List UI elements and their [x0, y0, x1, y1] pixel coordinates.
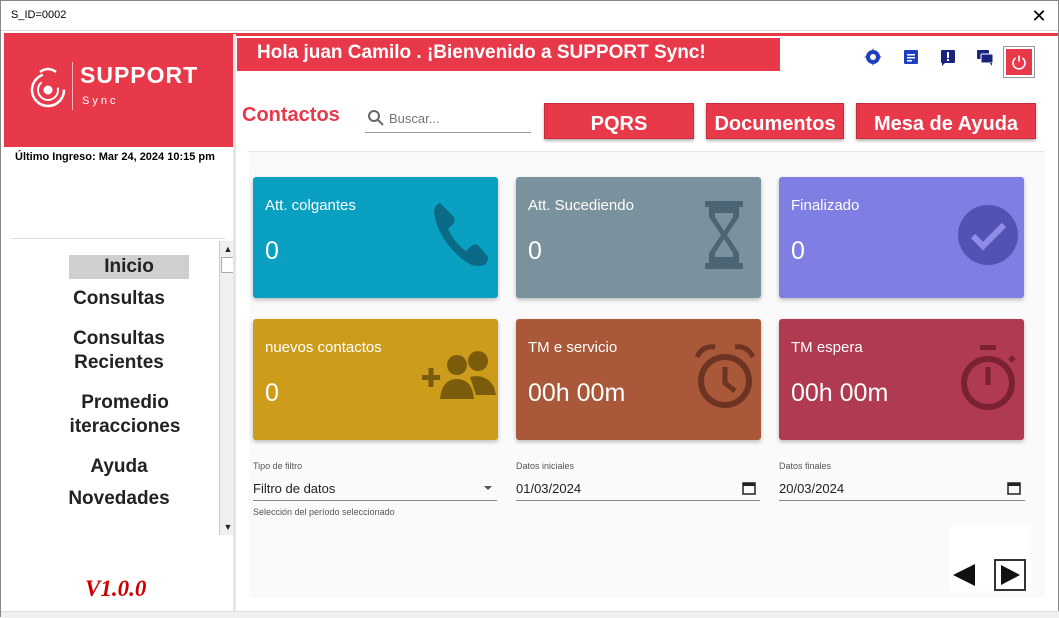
stopwatch-icon	[961, 345, 1016, 410]
version-label: V1.0.0	[85, 576, 147, 601]
hourglass-icon	[705, 201, 743, 269]
phone-icon	[434, 203, 488, 267]
alert-icon[interactable]	[938, 47, 958, 67]
card-title: nuevos contactos	[265, 339, 382, 356]
card-tm-espera[interactable]: TM espera 00h 00m	[779, 319, 1024, 440]
start-date-field[interactable]: 01/03/2024	[516, 475, 760, 501]
filter-type-select[interactable]: Filtro de datos	[253, 475, 497, 501]
close-button[interactable]: ✕	[1028, 5, 1050, 27]
filter-type-value: Filtro de datos	[253, 481, 336, 496]
add-group-icon	[422, 351, 496, 399]
card-value: 00h 00m	[791, 379, 889, 407]
card-title: Att. colgantes	[265, 197, 356, 214]
search-input[interactable]	[389, 107, 529, 129]
end-date-field[interactable]: 20/03/2024	[779, 475, 1025, 501]
end-date-label: Datos finales	[779, 461, 832, 471]
card-att-colgantes[interactable]: Att. colgantes 0	[253, 177, 498, 298]
calendar-icon[interactable]	[1007, 481, 1021, 495]
sidebar-item-inicio[interactable]: Inicio	[69, 255, 189, 279]
brand-sub: Sync	[82, 95, 119, 107]
card-value: 0	[265, 379, 279, 407]
search-box[interactable]	[365, 105, 531, 133]
logo-swirl-icon	[30, 67, 66, 108]
filter-type-help: Selección del período seleccionado	[253, 507, 395, 517]
settings-icon[interactable]	[863, 47, 883, 67]
next-button[interactable]	[994, 559, 1026, 591]
welcome-text: Hola juan Camilo . ¡Bienvenido a SUPPORT…	[257, 42, 706, 63]
sidebar-item-consultas-recientes-line2[interactable]: Recientes	[15, 351, 223, 375]
card-title: Att. Sucediendo	[528, 197, 634, 214]
check-circle-icon	[958, 205, 1018, 265]
sidebar-menu: Inicio Consultas Consultas Recientes Pro…	[11, 239, 235, 539]
sidebar-item-promedio-line1[interactable]: Promedio	[21, 391, 229, 415]
card-value: 0	[265, 237, 279, 265]
card-title: Finalizado	[791, 197, 860, 214]
alarm-clock-icon	[694, 344, 755, 408]
filter-type-label: Tipo de filtro	[253, 461, 303, 471]
end-date-value: 20/03/2024	[779, 481, 845, 496]
chat-icon[interactable]	[975, 47, 995, 67]
sidebar-item-consultas[interactable]: Consultas	[15, 287, 223, 311]
logo-divider	[72, 62, 73, 110]
documentos-button[interactable]: Documentos	[706, 103, 844, 139]
calendar-icon[interactable]	[742, 481, 756, 495]
mesa-de-ayuda-button[interactable]: Mesa de Ayuda	[856, 103, 1036, 139]
notes-icon[interactable]	[901, 47, 921, 67]
chevron-down-icon	[484, 486, 492, 490]
app-window: S_ID=0002 ✕ SUPPORT Sync Último Ingreso:…	[0, 0, 1059, 618]
power-icon	[1012, 55, 1026, 70]
sidebar-item-promedio-line2[interactable]: iteracciones	[21, 415, 229, 439]
card-title: TM e servicio	[528, 339, 618, 356]
sidebar-item-consultas-recientes-line1[interactable]: Consultas	[15, 327, 223, 351]
card-title: TM espera	[791, 339, 863, 356]
sidebar-logo-area: SUPPORT Sync	[4, 34, 235, 147]
card-value: 0	[791, 237, 805, 265]
last-login-text: Último Ingreso: Mar 24, 2024 10:15 pm	[15, 151, 215, 163]
brand-name: SUPPORT	[80, 62, 199, 88]
power-button[interactable]	[1004, 47, 1034, 77]
card-value: 0	[528, 237, 542, 265]
window-title: S_ID=0002	[11, 9, 67, 21]
section-title: Contactos	[242, 104, 340, 126]
sidebar-item-novedades[interactable]: Novedades	[15, 487, 223, 511]
sidebar-item-ayuda[interactable]: Ayuda	[15, 455, 223, 479]
card-value: 00h 00m	[528, 379, 626, 407]
card-tm-servicio[interactable]: TM e servicio 00h 00m	[516, 319, 761, 440]
start-date-value: 01/03/2024	[516, 481, 582, 496]
prev-arrow-icon[interactable]	[949, 560, 979, 590]
welcome-banner: Hola juan Camilo . ¡Bienvenido a SUPPORT…	[237, 38, 780, 71]
card-finalizado[interactable]: Finalizado 0	[779, 177, 1024, 298]
next-arrow-icon	[1001, 565, 1020, 585]
title-bar: S_ID=0002 ✕	[1, 1, 1058, 31]
card-nuevos-contactos[interactable]: nuevos contactos 0	[253, 319, 498, 440]
card-att-sucediendo[interactable]: Att. Sucediendo 0	[516, 177, 761, 298]
pqrs-button[interactable]: PQRS	[544, 103, 694, 139]
start-date-label: Datos iniciales	[516, 461, 575, 471]
sidebar-divider	[233, 34, 236, 618]
search-icon	[368, 110, 384, 126]
